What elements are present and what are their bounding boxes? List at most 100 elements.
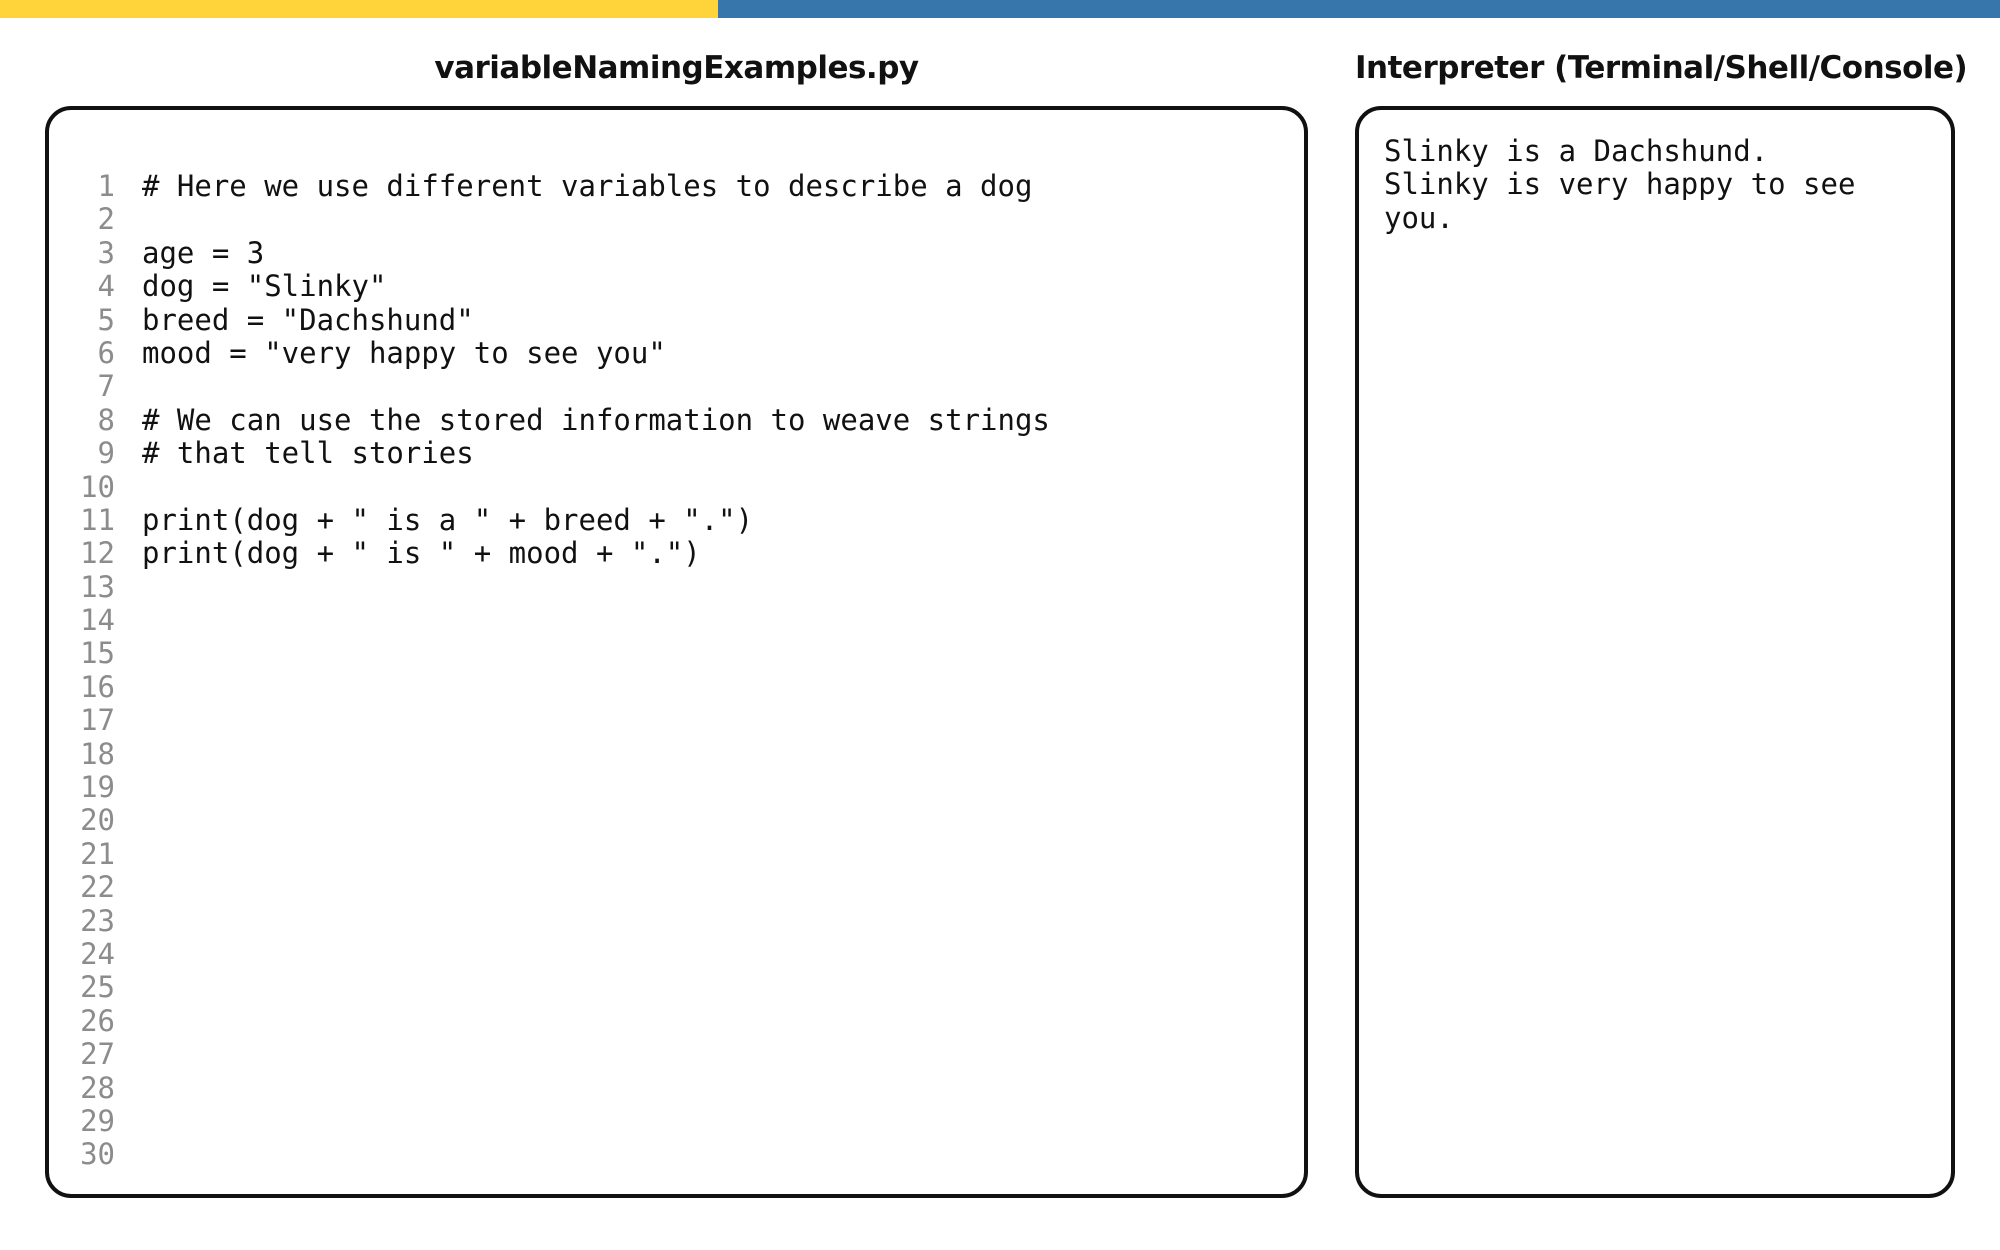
code-line[interactable]: 30 <box>49 1137 1304 1172</box>
code-line[interactable]: 7 <box>49 369 1304 404</box>
line-text[interactable] <box>115 771 142 804</box>
code-line[interactable]: 1 # Here we use different variables to de… <box>49 169 1304 203</box>
code-line[interactable]: 17 <box>49 703 1304 738</box>
line-text[interactable]: print(dog + " is a " + breed + ".") <box>115 503 753 537</box>
code-line[interactable]: 16 <box>49 669 1304 704</box>
line-number: 14 <box>80 603 115 638</box>
output-line: you. <box>1384 200 1454 235</box>
line-text[interactable] <box>115 704 142 737</box>
line-number: 29 <box>80 1103 115 1138</box>
output-line: Slinky is a Dachshund. <box>1384 134 1769 168</box>
line-text[interactable] <box>115 871 142 904</box>
line-number: 2 <box>97 202 115 237</box>
editor-title: variableNamingExamples.py <box>434 50 919 86</box>
line-text[interactable] <box>115 971 142 1004</box>
code-line[interactable]: 28 <box>49 1070 1304 1105</box>
line-number: 15 <box>80 636 115 671</box>
line-text[interactable] <box>115 838 142 871</box>
line-number: 28 <box>80 1070 115 1105</box>
top-bar-blue-segment <box>718 0 2000 18</box>
console-title: Interpreter (Terminal/Shell/Console) <box>1355 50 1968 86</box>
code-line[interactable]: 19 <box>49 770 1304 805</box>
line-text[interactable] <box>115 671 142 704</box>
code-line[interactable]: 11 print(dog + " is a " + breed + ".") <box>49 502 1304 537</box>
code-line[interactable]: 8 # We can use the stored information to … <box>49 402 1304 437</box>
code-line[interactable]: 15 <box>49 636 1304 671</box>
line-text[interactable] <box>115 1105 142 1138</box>
code-line[interactable]: 13 <box>49 569 1304 604</box>
line-text[interactable] <box>115 571 142 604</box>
interpreter-console-panel[interactable]: Slinky is a Dachshund. Slinky is very hap… <box>1355 106 1955 1198</box>
code-line[interactable]: 29 <box>49 1103 1304 1138</box>
line-text[interactable] <box>115 370 142 403</box>
code-line[interactable]: 20 <box>49 804 1304 838</box>
line-text[interactable] <box>115 637 142 670</box>
line-number: 25 <box>80 970 115 1005</box>
line-text[interactable] <box>115 1138 142 1171</box>
line-number: 16 <box>80 669 115 704</box>
code-line[interactable]: 2 <box>49 202 1304 237</box>
line-number: 3 <box>97 235 115 270</box>
code-line[interactable]: 14 <box>49 603 1304 638</box>
code-line[interactable]: 25 <box>49 970 1304 1005</box>
line-text[interactable]: # Here we use different variables to des… <box>115 169 1032 203</box>
line-text[interactable] <box>115 804 142 837</box>
top-bar-yellow-segment <box>0 0 718 18</box>
code-line[interactable]: 4 dog = "Slinky" <box>49 269 1304 304</box>
line-text[interactable] <box>115 1005 142 1038</box>
line-text[interactable]: print(dog + " is " + mood + ".") <box>115 536 701 570</box>
code-line[interactable]: 22 <box>49 870 1304 905</box>
code-area[interactable]: 1 # Here we use different variables to de… <box>49 169 1304 1172</box>
line-number: 23 <box>80 903 115 938</box>
line-number: 4 <box>97 269 115 304</box>
line-text[interactable]: mood = "very happy to see you" <box>115 336 666 370</box>
line-text[interactable]: # that tell stories <box>115 436 474 470</box>
code-line[interactable]: 21 <box>49 836 1304 871</box>
line-text[interactable]: dog = "Slinky" <box>115 269 386 303</box>
line-number: 30 <box>80 1137 115 1172</box>
code-line[interactable]: 27 <box>49 1037 1304 1071</box>
line-number: 8 <box>97 402 115 437</box>
line-number: 24 <box>80 936 115 971</box>
output-line: Slinky is very happy to see <box>1384 167 1856 202</box>
top-color-bar <box>0 0 2000 18</box>
line-text[interactable]: age = 3 <box>115 236 264 270</box>
line-number: 26 <box>80 1003 115 1038</box>
code-line[interactable]: 26 <box>49 1003 1304 1038</box>
line-number: 9 <box>97 436 115 471</box>
line-text[interactable] <box>115 938 142 971</box>
code-line[interactable]: 23 <box>49 903 1304 938</box>
line-text[interactable] <box>115 1038 142 1071</box>
line-text[interactable] <box>115 738 142 771</box>
code-line[interactable]: 5 breed = "Dachshund" <box>49 302 1304 337</box>
line-text[interactable] <box>115 604 142 637</box>
line-number: 13 <box>80 569 115 604</box>
line-text[interactable]: breed = "Dachshund" <box>115 303 474 337</box>
line-number: 12 <box>80 536 115 571</box>
line-number: 1 <box>97 169 115 203</box>
line-number: 18 <box>80 736 115 771</box>
code-line[interactable]: 12 print(dog + " is " + mood + ".") <box>49 536 1304 571</box>
code-line[interactable]: 18 <box>49 736 1304 771</box>
code-line[interactable]: 6 mood = "very happy to see you" <box>49 335 1304 370</box>
code-line[interactable]: 9 # that tell stories <box>49 436 1304 471</box>
line-number: 5 <box>97 302 115 337</box>
line-number: 10 <box>80 469 115 504</box>
line-number: 19 <box>80 770 115 805</box>
line-number: 22 <box>80 870 115 905</box>
console-output: Slinky is a Dachshund. Slinky is very hap… <box>1384 134 1931 235</box>
code-line[interactable]: 10 <box>49 469 1304 504</box>
line-number: 11 <box>80 502 115 537</box>
line-number: 21 <box>80 836 115 871</box>
line-text[interactable] <box>115 905 142 938</box>
line-number: 6 <box>97 335 115 370</box>
code-line[interactable]: 3 age = 3 <box>49 235 1304 270</box>
line-text[interactable] <box>115 471 142 504</box>
line-number: 7 <box>97 369 115 404</box>
line-text[interactable] <box>115 1072 142 1105</box>
code-line[interactable]: 24 <box>49 936 1304 971</box>
code-editor-panel[interactable]: 1 # Here we use different variables to de… <box>45 106 1308 1198</box>
line-number: 17 <box>80 703 115 738</box>
line-text[interactable] <box>115 203 142 236</box>
line-text[interactable]: # We can use the stored information to w… <box>115 403 1050 437</box>
